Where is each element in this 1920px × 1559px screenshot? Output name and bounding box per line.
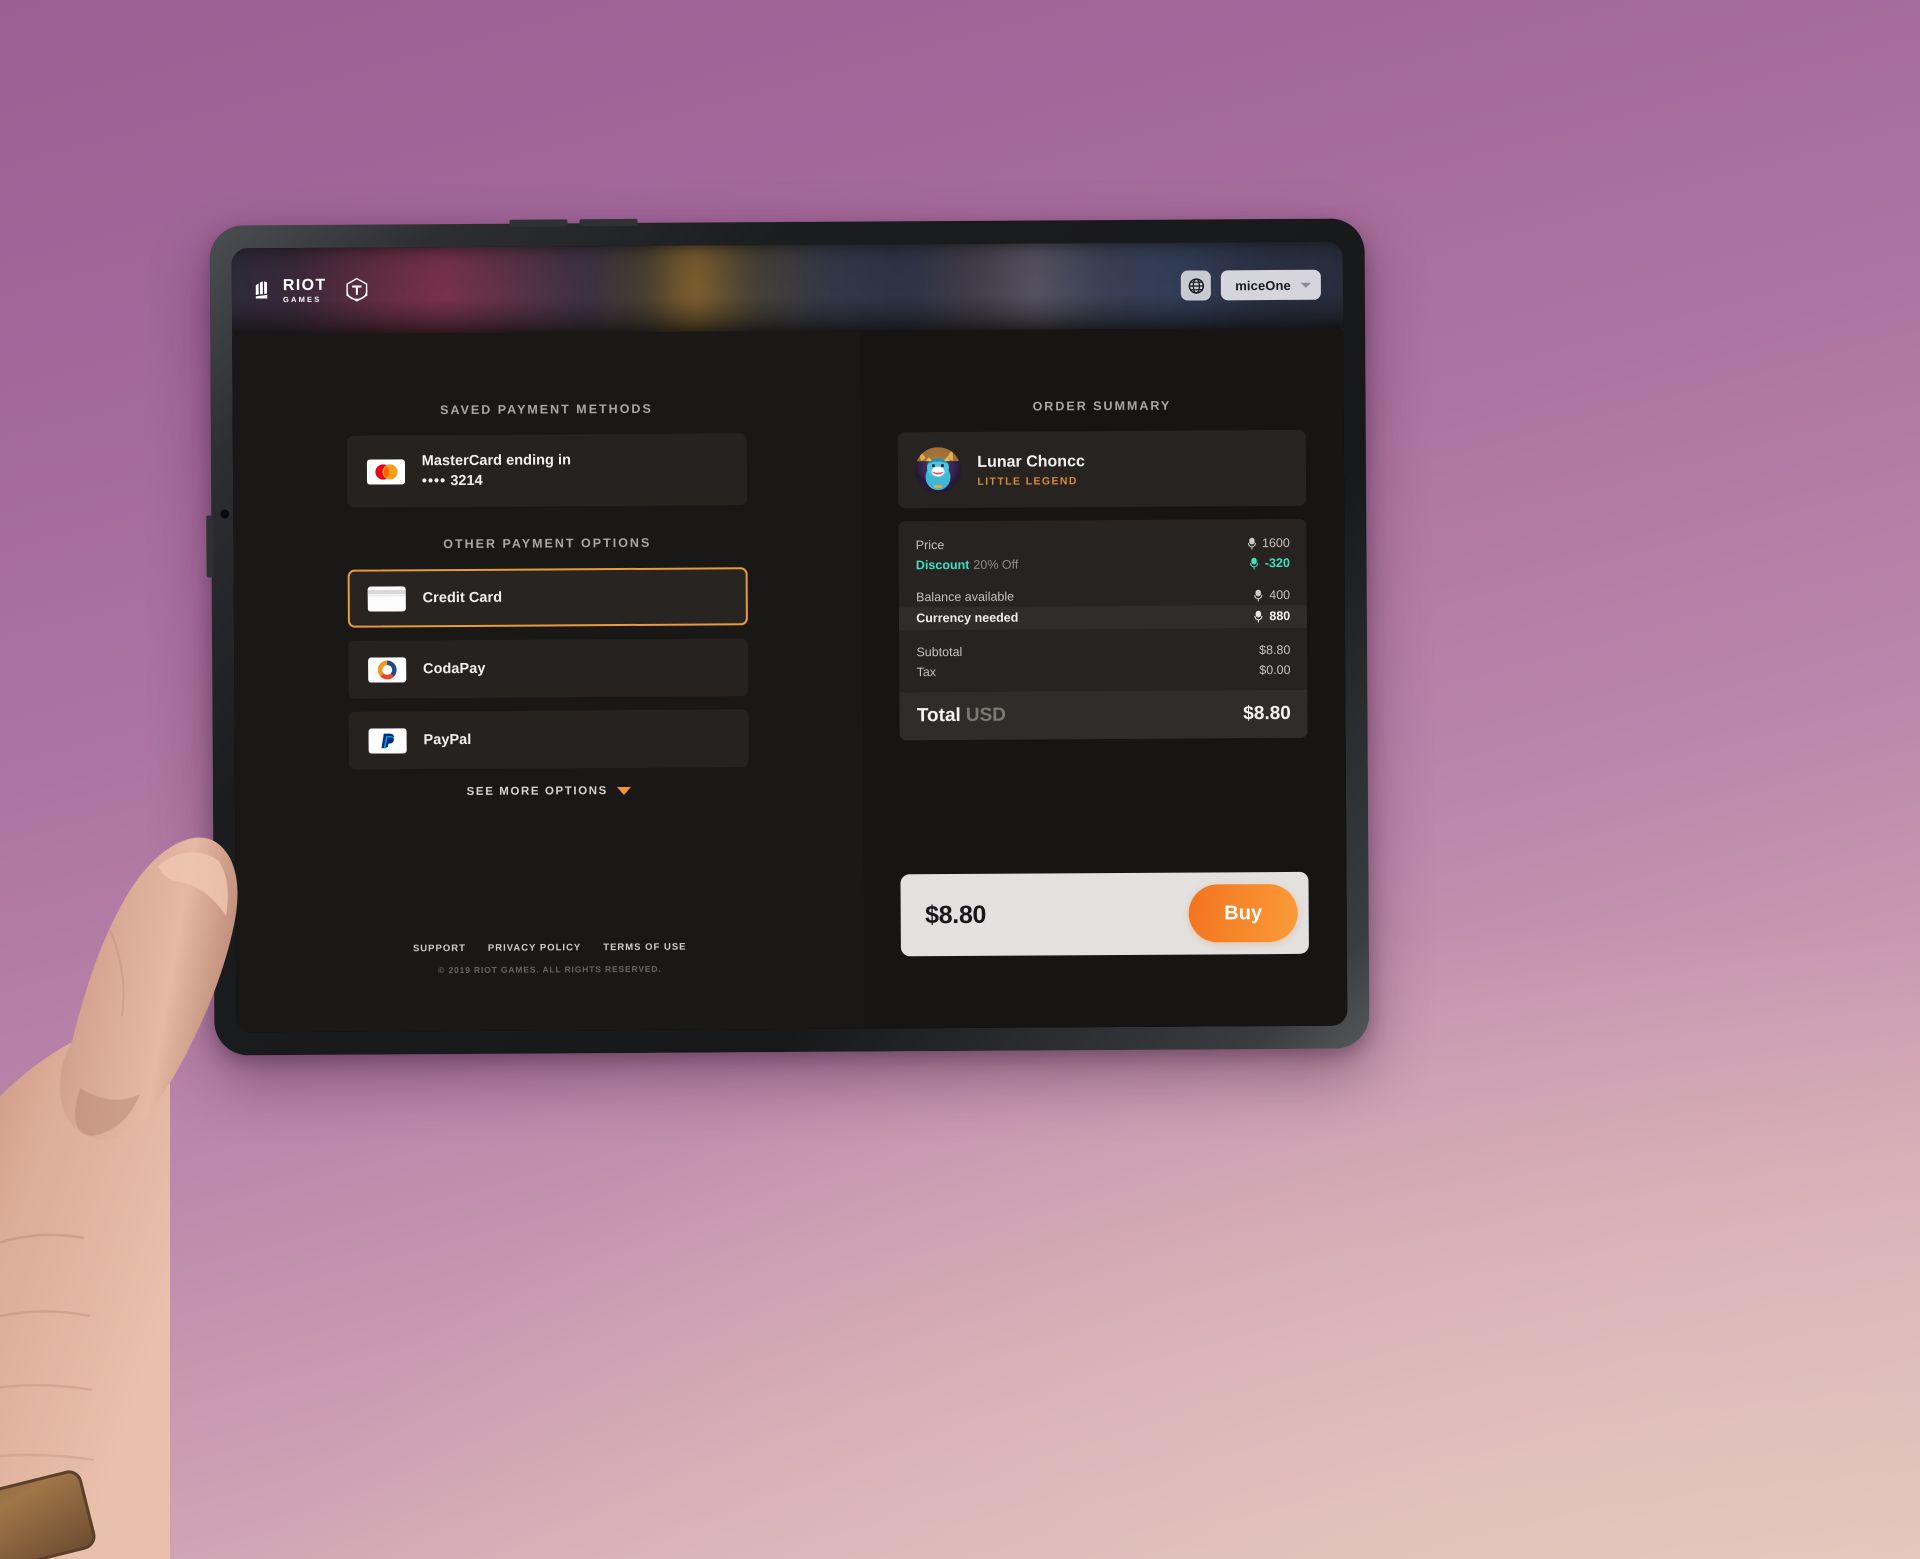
account-menu-button[interactable]: miceOne bbox=[1221, 269, 1321, 301]
riot-wordmark: RIOT GAMES bbox=[282, 277, 327, 305]
currency-needed-value: 880 bbox=[1269, 608, 1291, 624]
paypal-icon bbox=[368, 727, 407, 754]
buy-bar: $8.80 Buy bbox=[900, 871, 1310, 957]
buy-button[interactable]: Buy bbox=[1188, 883, 1299, 943]
see-more-options-label: SEE MORE OPTIONS bbox=[466, 785, 608, 798]
tablet-device: RIOT GAMES miceOne SAVED PAYMENT METHODS… bbox=[206, 218, 1370, 1056]
balance-label: Balance available bbox=[916, 589, 1015, 605]
saved-method-last4: 3214 bbox=[450, 472, 483, 490]
copyright-text: © 2019 RIOT GAMES. ALL RIGHTS RESERVED. bbox=[438, 963, 662, 976]
balance-value: 400 bbox=[1269, 587, 1291, 603]
breakdown-row-balance: Balance available 400 bbox=[899, 585, 1307, 607]
currency-needed-value-group: 880 bbox=[1253, 609, 1290, 623]
breakdown-row-tax: Tax $0.00 bbox=[900, 660, 1308, 682]
payment-option-credit-card[interactable]: Credit Card bbox=[347, 567, 748, 628]
language-globe-button[interactable] bbox=[1181, 270, 1212, 301]
footer-link-privacy-policy[interactable]: PRIVACY POLICY bbox=[488, 942, 581, 954]
see-more-options-button[interactable]: SEE MORE OPTIONS bbox=[349, 784, 749, 798]
saved-method-label: MasterCard ending in •••• 3214 bbox=[422, 450, 571, 491]
globe-icon bbox=[1188, 277, 1204, 294]
brand-lockup: RIOT GAMES bbox=[254, 277, 370, 306]
currency-needed-label: Currency needed bbox=[916, 610, 1019, 626]
riot-games-logo: RIOT GAMES bbox=[254, 277, 327, 305]
discount-value-group: -320 bbox=[1249, 556, 1290, 570]
tablet-screen: RIOT GAMES miceOne SAVED PAYMENT METHODS… bbox=[231, 241, 1348, 1033]
breakdown-row-price: Price 1600 bbox=[899, 533, 1307, 555]
discount-value: -320 bbox=[1264, 555, 1290, 571]
mastercard-icon bbox=[366, 458, 405, 485]
caret-down-icon bbox=[616, 786, 631, 796]
riot-points-icon bbox=[1247, 537, 1256, 550]
footer-link-support[interactable]: SUPPORT bbox=[413, 943, 466, 954]
payment-option-label: CodaPay bbox=[422, 660, 486, 678]
volume-down-button[interactable] bbox=[579, 218, 638, 227]
saved-method-mastercard[interactable]: MasterCard ending in •••• 3214 bbox=[346, 433, 748, 508]
checkout-app: RIOT GAMES miceOne SAVED PAYMENT METHODS… bbox=[231, 241, 1348, 1033]
footer-links: SUPPORT PRIVACY POLICY TERMS OF USE bbox=[236, 941, 864, 956]
order-item-type: LITTLE LEGEND bbox=[977, 474, 1078, 488]
payment-option-label: PayPal bbox=[423, 731, 472, 749]
order-item-text: Lunar Choncc LITTLE LEGEND bbox=[977, 452, 1085, 488]
order-item-name: Lunar Choncc bbox=[977, 452, 1085, 471]
price-breakdown: Price 1600 Discount 20% Off -320 Balance… bbox=[898, 518, 1308, 741]
riot-word-secondary: GAMES bbox=[282, 295, 322, 305]
app-footer: SUPPORT PRIVACY POLICY TERMS OF USE © 20… bbox=[236, 941, 864, 1033]
other-payment-options-title: OTHER PAYMENT OPTIONS bbox=[443, 535, 652, 552]
price-label: Price bbox=[915, 538, 945, 553]
topbar-actions: miceOne bbox=[1181, 269, 1321, 301]
tablet-frame: RIOT GAMES miceOne SAVED PAYMENT METHODS… bbox=[206, 218, 1370, 1056]
total-currency-label: USD bbox=[965, 704, 1006, 726]
footer-link-terms-of-use[interactable]: TERMS OF USE bbox=[603, 942, 686, 954]
account-name-label: miceOne bbox=[1235, 277, 1291, 293]
payment-pane: SAVED PAYMENT METHODS MasterCard ending … bbox=[232, 330, 865, 1033]
subtotal-value: $8.80 bbox=[1259, 642, 1291, 658]
price-value: 1600 bbox=[1261, 535, 1290, 551]
codapay-icon bbox=[367, 656, 407, 683]
total-value: $8.80 bbox=[1243, 702, 1291, 725]
total-label: Total bbox=[916, 704, 961, 727]
checkout-body: SAVED PAYMENT METHODS MasterCard ending … bbox=[232, 327, 1348, 1033]
riot-fist-icon bbox=[255, 281, 268, 299]
discount-label: Discount bbox=[915, 557, 970, 573]
breakdown-row-total: Total USD $8.80 bbox=[899, 689, 1308, 741]
saved-method-masked-digits: •••• bbox=[421, 473, 447, 490]
volume-up-button[interactable] bbox=[509, 219, 568, 227]
breakdown-row-discount: Discount 20% Off -320 bbox=[899, 553, 1307, 575]
credit-card-icon bbox=[367, 585, 406, 612]
balance-value-group: 400 bbox=[1253, 588, 1290, 602]
front-camera bbox=[220, 509, 230, 519]
app-topbar: RIOT GAMES miceOne bbox=[232, 242, 1344, 335]
little-legend-avatar bbox=[915, 446, 962, 494]
saved-method-line1: MasterCard ending in bbox=[421, 452, 572, 470]
breakdown-row-currency-needed: Currency needed 880 bbox=[899, 604, 1308, 631]
scene: RIOT GAMES miceOne SAVED PAYMENT METHODS… bbox=[0, 0, 1920, 1559]
price-value-group: 1600 bbox=[1246, 536, 1290, 550]
riot-points-icon bbox=[1254, 610, 1263, 623]
chevron-down-icon bbox=[1300, 282, 1311, 288]
riot-points-icon bbox=[1250, 557, 1259, 570]
payment-column: SAVED PAYMENT METHODS MasterCard ending … bbox=[346, 401, 749, 798]
payment-option-paypal[interactable]: PayPal bbox=[348, 709, 749, 770]
saved-payment-methods-title: SAVED PAYMENT METHODS bbox=[440, 401, 653, 418]
riot-word-primary: RIOT bbox=[282, 277, 327, 295]
order-summary-column: ORDER SUMMARY Lunar Choncc LITTLE LEGEND… bbox=[898, 398, 1308, 741]
payment-option-label: Credit Card bbox=[422, 589, 503, 607]
order-summary-title: ORDER SUMMARY bbox=[1032, 398, 1172, 414]
tax-label: Tax bbox=[916, 665, 937, 680]
tax-value: $0.00 bbox=[1259, 662, 1291, 678]
total-label-group: Total USD bbox=[917, 705, 1006, 728]
order-summary-pane: ORDER SUMMARY Lunar Choncc LITTLE LEGEND… bbox=[859, 327, 1348, 1029]
discount-label-group: Discount 20% Off bbox=[916, 558, 1019, 573]
power-button[interactable] bbox=[206, 515, 214, 578]
buy-bar-price: $8.80 bbox=[924, 900, 987, 929]
discount-sublabel: 20% Off bbox=[973, 557, 1019, 572]
payment-option-codapay[interactable]: CodaPay bbox=[347, 638, 749, 699]
riot-points-icon bbox=[1254, 589, 1263, 602]
order-item-card: Lunar Choncc LITTLE LEGEND bbox=[898, 429, 1307, 509]
breakdown-row-subtotal: Subtotal $8.80 bbox=[899, 640, 1307, 662]
teamfight-tactics-logo-icon bbox=[346, 277, 368, 302]
subtotal-label: Subtotal bbox=[916, 644, 963, 660]
